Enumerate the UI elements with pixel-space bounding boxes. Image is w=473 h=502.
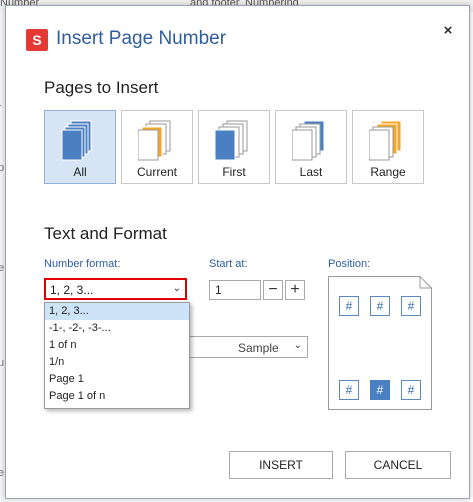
pages-option-label: Last [299, 165, 323, 179]
pages-option-label: Current [136, 165, 177, 179]
number-format-option[interactable]: Page 1 [45, 371, 189, 388]
cancel-button[interactable]: CANCEL [345, 451, 451, 479]
format-section-title: Text and Format [44, 224, 167, 243]
chevron-down-icon: ⌄ [293, 340, 302, 351]
current-page-icon [138, 120, 171, 161]
pages-option-last[interactable]: Last [275, 110, 347, 184]
number-format-dropdown: 1, 2, 3... -1-, -2-, -3-... 1 of n 1/n P… [44, 302, 190, 409]
number-format-label: Number format: [44, 258, 121, 270]
number-format-option[interactable]: 1, 2, 3... [45, 303, 189, 320]
style-select[interactable]: Sample ⌄ [187, 336, 308, 358]
close-button[interactable]: × [438, 21, 458, 41]
pages-option-label: First [222, 165, 246, 179]
start-at-label: Start at: [209, 258, 248, 270]
insert-page-number-dialog: S Insert Page Number × Pages to Insert A… [5, 5, 470, 499]
position-bottom-left[interactable]: # [339, 380, 359, 400]
range-pages-icon [369, 120, 402, 161]
insert-button[interactable]: INSERT [229, 451, 333, 479]
position-bottom-right[interactable]: # [401, 380, 421, 400]
start-at-input[interactable]: 1 [209, 280, 261, 300]
position-bottom-center[interactable]: # [370, 380, 390, 400]
background-glyph: p [0, 162, 5, 174]
number-format-option[interactable]: -1-, -2-, -3-... [45, 320, 189, 337]
position-top-center[interactable]: # [370, 296, 390, 316]
number-format-option[interactable]: 1 of n [45, 337, 189, 354]
background-glyph: e [0, 262, 5, 274]
pages-section-title: Pages to Insert [44, 78, 159, 97]
app-logo-icon: S [26, 29, 48, 51]
background-glyph: u [0, 357, 5, 369]
pages-option-range[interactable]: Range [352, 110, 424, 184]
pages-option-all[interactable]: All [44, 110, 116, 184]
pages-option-label: All [73, 165, 87, 179]
increment-button[interactable]: + [285, 280, 305, 300]
last-page-icon [292, 120, 325, 161]
position-label: Position: [328, 258, 371, 270]
dialog-title: Insert Page Number [56, 28, 227, 49]
style-select-value: Sample [238, 341, 279, 355]
chevron-down-icon: ⌄ [172, 283, 181, 294]
position-top-left[interactable]: # [339, 296, 359, 316]
position-top-right[interactable]: # [401, 296, 421, 316]
first-page-icon [215, 120, 248, 161]
number-format-option[interactable]: Page 1 of n [45, 388, 189, 405]
all-pages-icon [61, 120, 92, 161]
background-glyph: r [0, 102, 2, 114]
pages-option-current[interactable]: Current [121, 110, 193, 184]
position-page-preview: # # # # # # [328, 276, 432, 410]
pages-option-label: Range [370, 165, 406, 179]
number-format-select[interactable]: 1, 2, 3... ⌄ [44, 278, 187, 300]
decrement-button[interactable]: − [263, 280, 283, 300]
pages-option-first[interactable]: First [198, 110, 270, 184]
number-format-option[interactable]: 1/n [45, 354, 189, 371]
background-glyph: e [0, 467, 5, 479]
number-format-value: 1, 2, 3... [50, 283, 94, 297]
